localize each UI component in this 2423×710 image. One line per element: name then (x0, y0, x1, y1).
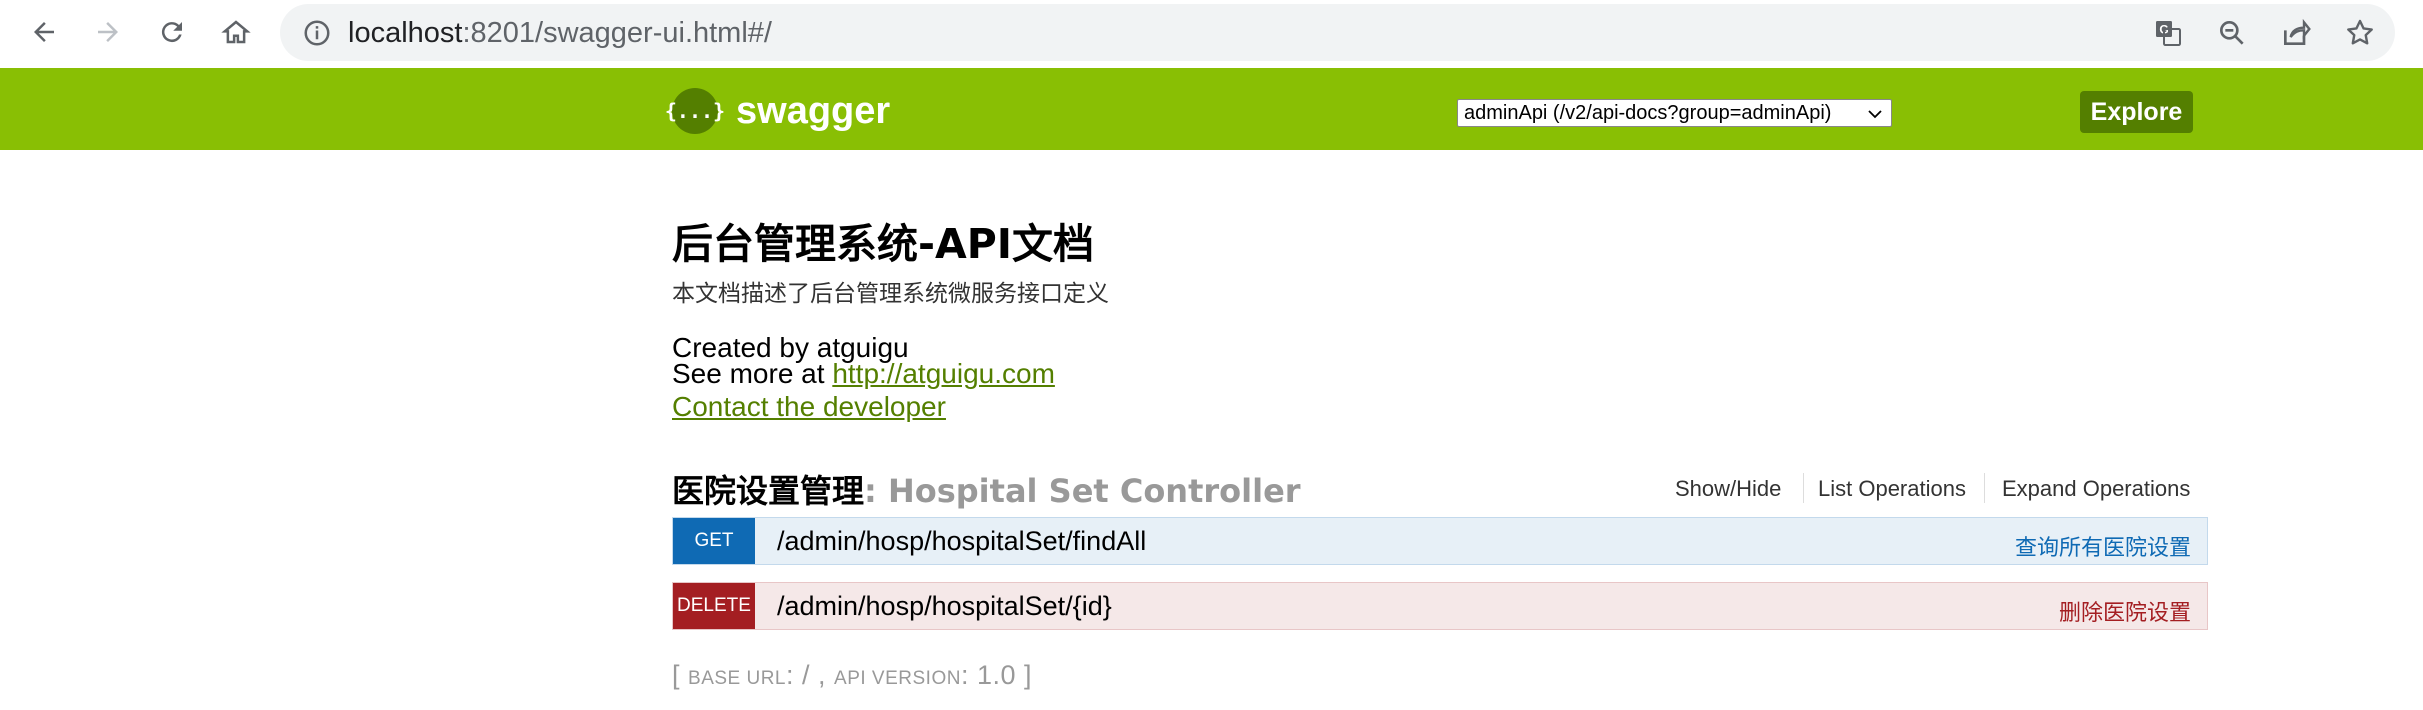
operation-summary[interactable]: 删除医院设置 (2059, 595, 2191, 627)
zoom-icon[interactable] (2216, 17, 2248, 49)
info-icon[interactable] (302, 18, 332, 48)
see-more-link[interactable]: http://atguigu.com (832, 358, 1055, 389)
operation-row-delete[interactable]: DELETE /admin/hosp/hospitalSet/{id} 删除医院… (672, 582, 2208, 630)
api-definition-value: adminApi (/v2/api-docs?group=adminApi) (1464, 102, 1832, 124)
swagger-logo-icon: {...} (665, 88, 725, 134)
reload-icon[interactable] (152, 12, 192, 52)
footer-open-bracket: [ (672, 660, 689, 690)
resource-controller: : Hospital Set Controller (864, 472, 1301, 510)
contact-row: Contact the developer (672, 391, 946, 423)
api-definition-select[interactable]: adminApi (/v2/api-docs?group=adminApi) (1457, 99, 1892, 127)
share-icon[interactable] (2280, 17, 2312, 49)
base-url-label: BASE URL (688, 668, 786, 689)
swagger-header (0, 68, 2423, 150)
back-icon[interactable] (24, 12, 64, 52)
url-text[interactable]: localhost:8201/swagger-ui.html#/ (348, 14, 772, 52)
operation-summary[interactable]: 查询所有医院设置 (2015, 530, 2191, 562)
expand-operations-link[interactable]: Expand Operations (2002, 476, 2190, 502)
show-hide-link[interactable]: Show/Hide (1675, 476, 1781, 502)
method-badge-get[interactable]: GET (673, 518, 755, 564)
resource-name: 医院设置管理 (672, 472, 865, 510)
home-icon[interactable] (216, 12, 256, 52)
browser-toolbar: localhost:8201/swagger-ui.html#/ G (0, 0, 2423, 68)
see-more-label: See more at (672, 358, 833, 389)
swagger-logo[interactable]: {...} swagger (665, 88, 891, 134)
page-title: 后台管理系统-API文档 (672, 220, 1095, 268)
operation-row-get[interactable]: GET /admin/hosp/hospitalSet/findAll 查询所有… (672, 517, 2208, 565)
api-version-label: API VERSION (834, 668, 961, 689)
api-version-value: : 1.0 ] (960, 660, 1032, 690)
operation-path[interactable]: /admin/hosp/hospitalSet/findAll (777, 526, 1146, 557)
resource-heading[interactable]: 医院设置管理: Hospital Set Controller (672, 466, 1301, 512)
contact-developer-link[interactable]: Contact the developer (672, 391, 946, 422)
explore-button[interactable]: Explore (2080, 91, 2193, 133)
divider (1984, 473, 1985, 503)
base-url-value: : / , (786, 660, 835, 690)
base-url-footer: [ BASE URL: / , API VERSION: 1.0 ] (672, 660, 1032, 691)
method-badge-delete[interactable]: DELETE (673, 583, 755, 629)
page-description: 本文档描述了后台管理系统微服务接口定义 (672, 281, 1109, 307)
bookmark-star-icon[interactable] (2344, 17, 2376, 49)
list-operations-link[interactable]: List Operations (1818, 476, 1966, 502)
operation-path[interactable]: /admin/hosp/hospitalSet/{id} (777, 591, 1112, 622)
forward-icon[interactable] (88, 12, 128, 52)
swagger-logo-text: swagger (736, 89, 891, 132)
chevron-down-icon (1868, 110, 1882, 119)
divider (1803, 473, 1804, 503)
see-more: See more at http://atguigu.com (672, 358, 1055, 390)
translate-icon[interactable]: G (2152, 17, 2184, 49)
address-bar[interactable]: localhost:8201/swagger-ui.html#/ G (280, 4, 2395, 61)
